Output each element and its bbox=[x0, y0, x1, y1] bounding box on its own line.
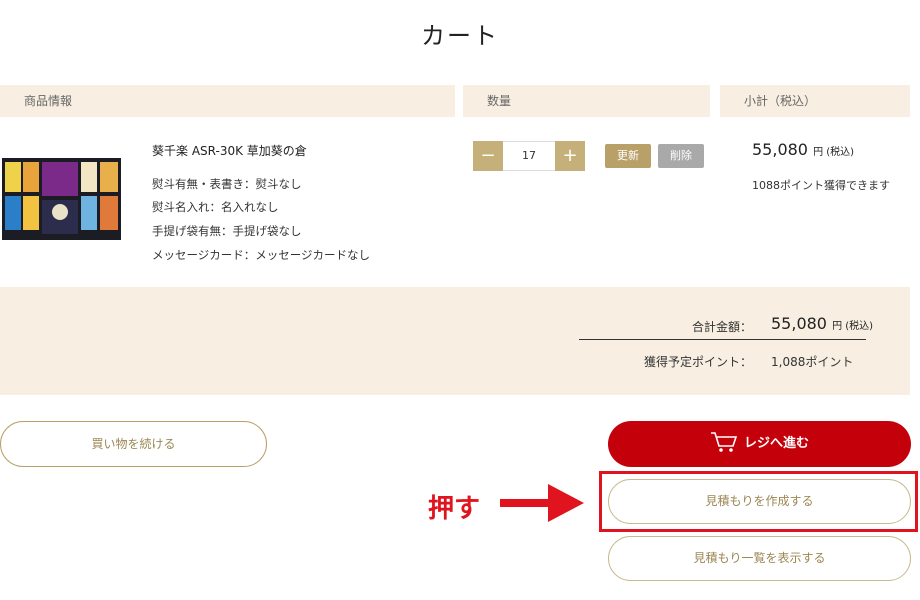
header-quantity: 数量 bbox=[463, 85, 710, 117]
cart-icon bbox=[710, 431, 738, 452]
expected-points-label: 獲得予定ポイント： bbox=[644, 355, 753, 369]
option-bag: 手提げ袋有無：手提げ袋なし bbox=[152, 224, 302, 238]
item-subtotal-unit: 円 (税込) bbox=[813, 147, 855, 158]
total-price-unit: 円 (税込) bbox=[832, 321, 874, 332]
cart-summary bbox=[0, 287, 910, 395]
points-earned-message: 1088ポイント獲得できます bbox=[752, 179, 890, 192]
update-button[interactable]: 更新 bbox=[605, 144, 651, 168]
option-message-card: メッセージカード：メッセージカードなし bbox=[152, 248, 371, 262]
product-name[interactable]: 葵千楽 ASR-30K 草加葵の倉 bbox=[152, 142, 307, 159]
option-noshi-name: 熨斗名入れ：名入れなし bbox=[152, 200, 279, 214]
product-image[interactable] bbox=[2, 158, 121, 240]
quote-list-button[interactable]: 見積もり一覧を表示する bbox=[608, 536, 911, 581]
continue-shopping-button[interactable]: 買い物を続ける bbox=[0, 421, 267, 467]
header-subtotal: 小計（税込） bbox=[720, 85, 910, 117]
item-subtotal: 55,080 円 (税込) bbox=[752, 140, 854, 159]
decrement-button[interactable]: − bbox=[473, 141, 503, 171]
expected-points-value: 1,088ポイント bbox=[771, 355, 854, 369]
quantity-input[interactable]: 17 bbox=[503, 141, 555, 171]
total-price: 55,080 円 (税込) bbox=[771, 314, 873, 333]
create-quote-button[interactable]: 見積もりを作成する bbox=[608, 479, 911, 524]
total-label: 合計金額： bbox=[692, 320, 753, 334]
quantity-stepper: − 17 + bbox=[473, 141, 585, 171]
delete-button[interactable]: 削除 bbox=[658, 144, 704, 168]
checkout-button[interactable]: レジへ進む bbox=[608, 421, 911, 467]
increment-button[interactable]: + bbox=[555, 141, 585, 171]
annotation-label: 押す bbox=[428, 494, 481, 524]
option-noshi: 熨斗有無・表書き：熨斗なし bbox=[152, 177, 302, 191]
checkout-label: レジへ進む bbox=[743, 436, 809, 451]
page-title: カート bbox=[421, 22, 499, 50]
header-product-info: 商品情報 bbox=[0, 85, 455, 117]
total-price-value: 55,080 bbox=[771, 314, 827, 333]
arrow-right-icon bbox=[500, 484, 584, 522]
summary-divider bbox=[579, 339, 866, 340]
item-subtotal-value: 55,080 bbox=[752, 140, 808, 159]
